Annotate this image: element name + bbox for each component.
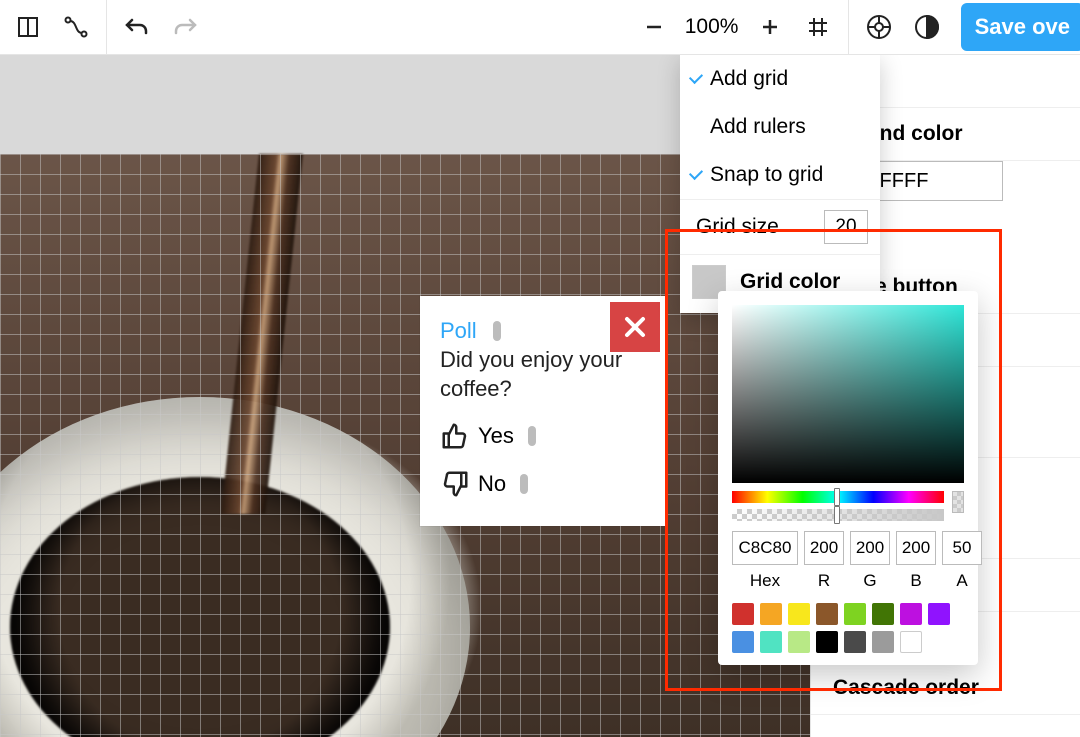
- top-toolbar: 100% Save ove: [0, 0, 1080, 55]
- color-alpha-slider[interactable]: [732, 509, 944, 521]
- swatch[interactable]: [844, 603, 866, 625]
- poll-question: Did you enjoy your coffee?: [440, 346, 646, 403]
- swatch[interactable]: [760, 631, 782, 653]
- undo-icon[interactable]: [113, 0, 161, 55]
- alpha-thumb[interactable]: [834, 506, 840, 524]
- swatch[interactable]: [760, 603, 782, 625]
- swatch[interactable]: [928, 603, 950, 625]
- color-preview: [952, 491, 964, 513]
- swatch[interactable]: [900, 631, 922, 653]
- poll-option-yes[interactable]: Yes: [440, 421, 646, 451]
- grid-size-input[interactable]: [824, 210, 868, 244]
- b-label: B: [910, 571, 921, 591]
- save-button[interactable]: Save ove: [961, 3, 1080, 51]
- color-a-input[interactable]: [942, 531, 982, 565]
- poll-option-no[interactable]: No: [440, 469, 646, 499]
- color-hue-slider[interactable]: [732, 491, 944, 503]
- swatch[interactable]: [872, 603, 894, 625]
- color-swatches: [732, 603, 964, 653]
- path-icon[interactable]: [52, 0, 100, 55]
- r-label: R: [818, 571, 830, 591]
- menu-add-grid[interactable]: Add grid: [680, 55, 880, 103]
- swatch[interactable]: [788, 631, 810, 653]
- thumbs-up-icon: [440, 421, 470, 451]
- poll-close-button[interactable]: [610, 302, 660, 352]
- color-picker: Hex R G B A: [718, 291, 978, 665]
- g-label: G: [863, 571, 876, 591]
- swatch[interactable]: [816, 603, 838, 625]
- grid-size-label: Grid size: [696, 215, 779, 239]
- color-b-input[interactable]: [896, 531, 936, 565]
- grid-icon[interactable]: [794, 0, 842, 55]
- swatch[interactable]: [872, 631, 894, 653]
- menu-snap-to-grid[interactable]: Snap to grid: [680, 151, 880, 199]
- poll-widget[interactable]: Poll Did you enjoy your coffee? Yes No: [420, 296, 666, 526]
- color-hex-input[interactable]: [732, 531, 798, 565]
- poll-option-no-label: No: [478, 471, 506, 497]
- color-r-input[interactable]: [804, 531, 844, 565]
- side-cascade-label[interactable]: Cascade order: [811, 662, 1080, 715]
- zoom-level: 100%: [678, 15, 746, 39]
- swatch[interactable]: [788, 603, 810, 625]
- thumbs-down-icon: [440, 469, 470, 499]
- swatch[interactable]: [732, 603, 754, 625]
- color-g-input[interactable]: [850, 531, 890, 565]
- contrast-icon[interactable]: [903, 0, 951, 55]
- a-label: A: [956, 571, 967, 591]
- zoom-in-icon[interactable]: [746, 0, 794, 55]
- swatch[interactable]: [732, 631, 754, 653]
- poll-option-yes-label: Yes: [478, 423, 514, 449]
- hue-thumb[interactable]: [834, 488, 840, 506]
- menu-add-rulers[interactable]: Add rulers: [680, 103, 880, 151]
- help-icon[interactable]: [855, 0, 903, 55]
- poll-title-bar: [493, 321, 501, 341]
- redo-icon[interactable]: [161, 0, 209, 55]
- poll-yes-bar: [528, 426, 536, 446]
- hex-label: Hex: [750, 571, 780, 591]
- poll-title: Poll: [440, 318, 477, 344]
- swatch[interactable]: [844, 631, 866, 653]
- zoom-out-icon[interactable]: [630, 0, 678, 55]
- layout-icon[interactable]: [4, 0, 52, 55]
- grid-dropdown: Add grid Add rulers Snap to grid Grid si…: [680, 55, 880, 313]
- swatch[interactable]: [900, 603, 922, 625]
- color-saturation-field[interactable]: [732, 305, 964, 483]
- poll-no-bar: [520, 474, 528, 494]
- swatch[interactable]: [816, 631, 838, 653]
